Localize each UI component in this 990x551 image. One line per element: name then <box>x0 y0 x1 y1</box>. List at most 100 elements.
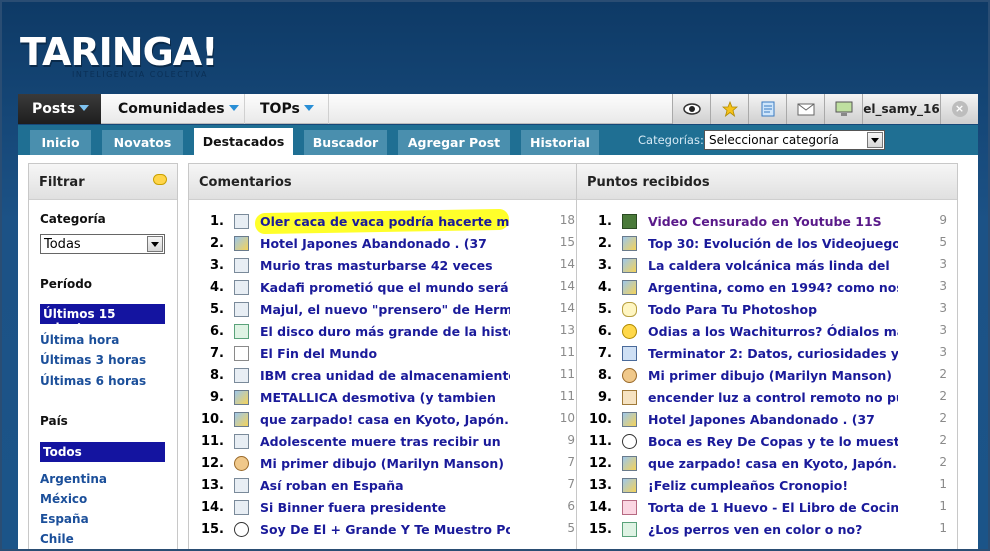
item-count: 14 <box>559 257 575 271</box>
subtab-buscador[interactable]: Buscador <box>304 130 387 155</box>
pais-option[interactable]: Todos <box>40 442 165 462</box>
subtab-novatos[interactable]: Novatos <box>102 130 183 155</box>
post-link[interactable]: Adolescente muere tras recibir un <box>260 434 510 449</box>
mail-icon[interactable] <box>786 94 824 124</box>
document-icon <box>234 368 249 383</box>
speech-bubble-icon[interactable] <box>153 174 167 185</box>
post-link[interactable]: que zarpado! casa en Kyoto, Japón. <box>648 456 898 471</box>
eye-icon[interactable] <box>672 94 710 124</box>
periodo-option[interactable]: Últimos 15 minutos <box>40 304 165 335</box>
item-rank: 15. <box>588 522 612 537</box>
tab-tops[interactable]: TOPs <box>260 94 328 124</box>
post-link[interactable]: encender luz a control remoto no puede <box>648 390 898 405</box>
item-count: 2 <box>939 433 947 447</box>
item-rank: 13. <box>200 478 224 493</box>
photo-icon <box>234 412 249 427</box>
item-rank: 10. <box>588 412 612 427</box>
tab-comunidades[interactable]: Comunidades <box>118 94 245 124</box>
post-link[interactable]: Si Binner fuera presidente <box>260 500 510 515</box>
photo-icon <box>622 478 637 493</box>
periodo-option[interactable]: Últimas 3 horas <box>40 353 146 367</box>
document-icon <box>234 280 249 295</box>
post-link[interactable]: Majul, el nuevo "prensero" de Hermes <box>260 302 510 317</box>
periodo-option[interactable]: Última hora <box>40 333 119 347</box>
logout-button[interactable]: × <box>940 94 978 124</box>
periodo-option[interactable]: Últimas 6 horas <box>40 374 146 388</box>
item-rank: 10. <box>200 412 224 427</box>
pais-option[interactable]: España <box>40 512 89 526</box>
item-count: 9 <box>567 433 575 447</box>
item-rank: 5. <box>210 302 224 317</box>
post-link[interactable]: Mi primer dibujo (Marilyn Manson) <box>260 456 510 471</box>
document-icon[interactable] <box>748 94 786 124</box>
filter-header: Filtrar <box>29 164 177 200</box>
item-count: 15 <box>559 235 575 249</box>
post-link[interactable]: Hotel Japones Abandonado . (37 <box>648 412 898 427</box>
post-link[interactable]: Soy De El + Grande Y Te Muestro Por <box>260 522 510 537</box>
post-link[interactable]: Así roban en España <box>260 478 510 493</box>
post-link[interactable]: Oler caca de vaca podría hacerte más <box>260 214 510 229</box>
tab-posts[interactable]: Posts <box>18 94 101 124</box>
pais-option[interactable]: México <box>40 492 87 506</box>
post-link[interactable]: Torta de 1 Huevo - El Libro de Cocina <box>648 500 898 515</box>
monitor-icon[interactable] <box>824 94 862 124</box>
doc-icon <box>234 346 249 361</box>
post-link[interactable]: Video Censurado en Youtube 11S <box>648 214 898 229</box>
pais-option[interactable]: Argentina <box>40 472 107 486</box>
post-link[interactable]: IBM crea unidad de almacenamiento de <box>260 368 510 383</box>
post-link[interactable]: Hotel Japones Abandonado . (37 <box>260 236 510 251</box>
list-item: 14. Torta de 1 Huevo - El Libro de Cocina… <box>577 496 957 518</box>
post-link[interactable]: La caldera volcánica más linda del <box>648 258 898 273</box>
subtab-destacados[interactable]: Destacados <box>194 128 293 155</box>
top-navigation: Posts Comunidades TOPs el_samy_16 × <box>18 94 978 124</box>
categoria-select[interactable]: Todas <box>40 234 165 254</box>
categories-select[interactable]: Seleccionar categoría <box>704 130 885 150</box>
filter-title: Filtrar <box>39 175 85 190</box>
periodo-label: Período <box>40 277 93 291</box>
toolbar-icons: el_samy_16 × <box>672 94 978 124</box>
item-rank: 8. <box>598 368 612 383</box>
film-icon <box>622 214 637 229</box>
item-count: 14 <box>559 279 575 293</box>
list-item: 14. Si Binner fuera presidente 6 <box>189 496 585 518</box>
post-link[interactable]: Boca es Rey De Copas y te lo muestro <box>648 434 898 449</box>
post-link[interactable]: METALLICA desmotiva (y tambien <box>260 390 510 405</box>
pais-option[interactable]: Chile <box>40 532 74 546</box>
post-link[interactable]: Odias a los Wachiturros? Ódialos más... <box>648 324 898 339</box>
post-link[interactable]: Terminator 2: Datos, curiosidades y <box>648 346 898 361</box>
item-count: 2 <box>939 367 947 381</box>
dropdown-arrow-icon[interactable] <box>867 132 883 148</box>
list-item: 5. Todo Para Tu Photoshop 3 <box>577 298 957 320</box>
subtab-agregar-post[interactable]: Agregar Post <box>398 130 510 155</box>
post-link[interactable]: El Fin del Mundo <box>260 346 510 361</box>
item-rank: 7. <box>598 346 612 361</box>
username-link[interactable]: el_samy_16 <box>862 94 940 124</box>
post-link[interactable]: ¡Feliz cumpleaños Cronopio! <box>648 478 898 493</box>
item-rank: 6. <box>210 324 224 339</box>
post-link[interactable]: ¿Los perros ven en color o no? <box>648 522 898 537</box>
post-link[interactable]: Todo Para Tu Photoshop <box>648 302 898 317</box>
list-item: 5. Majul, el nuevo "prensero" de Hermes 14 <box>189 298 585 320</box>
post-link[interactable]: Top 30: Evolución de los Videojuegos + <box>648 236 898 251</box>
post-link[interactable]: Mi primer dibujo (Marilyn Manson) <box>648 368 898 383</box>
categories-label: Categorías: <box>638 133 704 147</box>
post-link[interactable]: que zarpado! casa en Kyoto, Japón. <box>260 412 510 427</box>
list-item: 9. encender luz a control remoto no puede… <box>577 386 957 408</box>
item-count: 11 <box>559 389 575 403</box>
post-link[interactable]: Murio tras masturbarse 42 veces <box>260 258 510 273</box>
dropdown-arrow-icon[interactable] <box>147 236 163 252</box>
ball-icon <box>622 434 637 449</box>
item-count: 13 <box>559 323 575 337</box>
star-icon[interactable] <box>710 94 748 124</box>
site-logo[interactable]: TARINGA! <box>20 30 219 74</box>
post-link[interactable]: Kadafi prometió que el mundo será “un <box>260 280 510 295</box>
post-link[interactable]: El disco duro más grande de la historia <box>260 324 510 339</box>
puntos-panel: Puntos recibidos 1. Video Censurado en Yo… <box>576 163 958 549</box>
subtab-inicio[interactable]: Inicio <box>30 130 91 155</box>
photo-icon <box>622 412 637 427</box>
post-link[interactable]: Argentina, como en 1994? como nos <box>648 280 898 295</box>
item-rank: 8. <box>210 368 224 383</box>
item-rank: 4. <box>210 280 224 295</box>
list-item: 10. que zarpado! casa en Kyoto, Japón. 10 <box>189 408 585 430</box>
subtab-historial[interactable]: Historial <box>521 130 599 155</box>
